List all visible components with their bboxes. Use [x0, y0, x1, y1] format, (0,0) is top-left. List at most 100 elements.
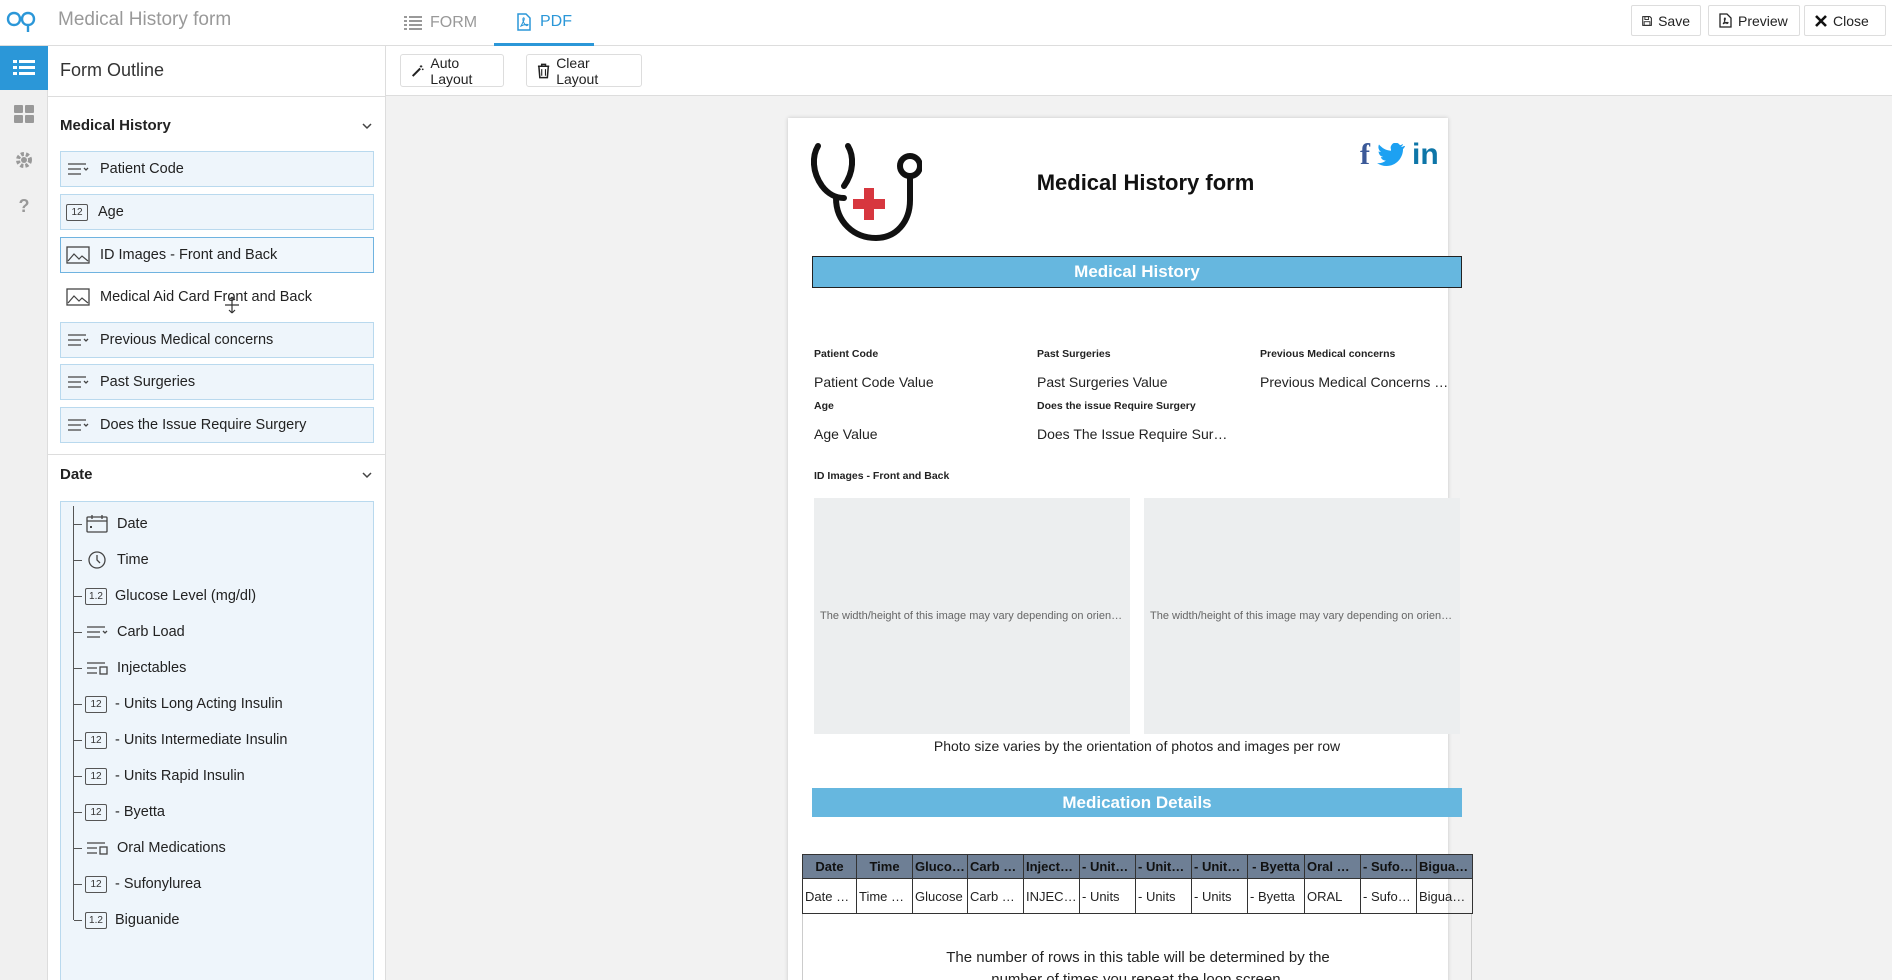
field-value-previous-concerns: Previous Medical Concerns Value — [1260, 374, 1455, 390]
outline-item-label: ID Images - Front and Back — [100, 247, 278, 263]
column-header: Time — [856, 854, 913, 879]
outline-item-require-surgery[interactable]: Does the Issue Require Surgery — [60, 407, 374, 443]
outline-item-glucose-level[interactable]: 1.2 Glucose Level (mg/dl) — [71, 578, 371, 614]
field-label-id-images: ID Images - Front and Back — [814, 470, 950, 482]
pdf-file-icon — [517, 12, 531, 31]
text-lines-icon — [68, 163, 89, 175]
tree-connector — [73, 902, 82, 921]
outline-item-label: Age — [98, 204, 124, 220]
auto-layout-button[interactable]: Auto Layout — [400, 54, 504, 87]
app-logo-icon[interactable] — [6, 5, 40, 35]
close-button[interactable]: Close — [1804, 5, 1886, 36]
tree-connector — [73, 650, 82, 686]
outline-item-oral-medications[interactable]: Oral Medications — [71, 830, 371, 866]
image-placeholder-front: The width/height of this image may vary … — [814, 498, 1130, 734]
loop-note-line: number of times you repeat the loop scre… — [991, 971, 1285, 980]
table-cell: Glucose — [912, 878, 968, 914]
rail-settings[interactable] — [0, 138, 48, 182]
tree-connector — [73, 506, 82, 542]
column-header: - Byetta — [1247, 854, 1305, 879]
field-label-require-surgery: Does the issue Require Surgery — [1037, 400, 1196, 412]
outline-item-medical-aid-card[interactable]: Medical Aid Card Front and Back — [60, 279, 374, 315]
outline-item-label: Time — [117, 552, 149, 568]
field-label-previous-concerns: Previous Medical concerns — [1260, 348, 1396, 360]
outline-item-biguanide[interactable]: 1.2 Biguanide — [71, 902, 371, 938]
save-label: Save — [1658, 12, 1690, 29]
outline-item-label: Injectables — [117, 660, 187, 676]
close-icon — [1815, 14, 1827, 27]
outline-item-units-rapid[interactable]: 12 - Units Rapid Insulin — [71, 758, 371, 794]
text-lines-icon — [68, 376, 89, 388]
left-rail: ? — [0, 46, 48, 980]
outline-item-id-images[interactable]: ID Images - Front and Back — [60, 237, 374, 273]
photo-size-note: Photo size varies by the orientation of … — [933, 738, 1341, 754]
field-label-past-surgeries: Past Surgeries — [1037, 348, 1111, 360]
outline-item-patient-code[interactable]: Patient Code — [60, 151, 374, 187]
tree-connector — [73, 830, 82, 866]
calendar-icon — [86, 515, 108, 533]
clear-layout-label: Clear Layout — [556, 54, 599, 87]
column-header: - Sufonylurea — [1360, 854, 1417, 879]
outline-item-time[interactable]: Time — [71, 542, 371, 578]
save-button[interactable]: Save — [1631, 5, 1701, 36]
field-value-past-surgeries: Past Surgeries Value — [1037, 374, 1168, 390]
medication-table: Date Time Glucose Level Carb Load Inject… — [802, 854, 1473, 914]
outline-item-units-long-acting[interactable]: 12 - Units Long Acting Insulin — [71, 686, 371, 722]
table-cell: - Sufonylurea — [1360, 878, 1417, 914]
loop-note-line: The number of rows in this table will be… — [946, 949, 1330, 966]
outline-item-label: - Units Intermediate Insulin — [115, 732, 288, 748]
pdf-canvas[interactable]: Medical History form f in Medical Histor… — [386, 96, 1892, 980]
question-icon: ? — [18, 195, 30, 216]
clear-layout-button[interactable]: Clear Layout — [526, 54, 642, 87]
section-header-date[interactable]: Date — [60, 466, 93, 483]
section-header-medical-history[interactable]: Medical History — [60, 117, 171, 134]
tab-pdf-label: PDF — [540, 12, 572, 30]
outline-item-byetta[interactable]: 12 - Byetta — [71, 794, 371, 830]
app-title: Medical History form — [58, 9, 232, 30]
image-placeholder-back: The width/height of this image may vary … — [1144, 498, 1460, 734]
outline-item-label: Past Surgeries — [100, 374, 196, 390]
outline-item-units-intermediate[interactable]: 12 - Units Intermediate Insulin — [71, 722, 371, 758]
outline-item-label: Medical Aid Card Front and Back — [100, 289, 312, 305]
tree-connector — [73, 758, 82, 794]
column-header: Glucose Level — [912, 854, 968, 879]
outline-item-injectables[interactable]: Injectables — [71, 650, 371, 686]
number-icon: 1.2 — [85, 911, 107, 929]
close-label: Close — [1833, 12, 1869, 29]
column-header: Injectables — [1023, 854, 1080, 879]
rail-widgets[interactable] — [0, 92, 48, 136]
table-cell: Time Value — [856, 878, 913, 914]
grid-icon — [14, 105, 34, 123]
outline-item-past-surgeries[interactable]: Past Surgeries — [60, 364, 374, 400]
text-lines-icon — [68, 334, 89, 346]
tab-form[interactable]: FORM — [382, 0, 499, 46]
twitter-icon — [1377, 143, 1405, 166]
table-header-row: Date Time Glucose Level Carb Load Inject… — [802, 854, 1473, 879]
outline-item-previous-medical-concerns[interactable]: Previous Medical concerns — [60, 322, 374, 358]
outline-item-age[interactable]: 12 Age — [60, 194, 374, 230]
table-cell: - Units — [1191, 878, 1248, 914]
preview-button[interactable]: Preview — [1708, 5, 1800, 36]
save-icon — [1642, 15, 1652, 26]
tree-connector — [73, 722, 82, 758]
chevron-down-icon[interactable] — [362, 471, 372, 479]
table-cell: ORAL — [1304, 878, 1361, 914]
table-cell: Biguanide — [1416, 878, 1473, 914]
pdf-title: Medical History form — [1036, 170, 1255, 195]
outline-item-carb-load[interactable]: Carb Load — [71, 614, 371, 650]
divider — [48, 454, 386, 455]
field-value-age: Age Value — [814, 426, 878, 442]
clock-icon — [88, 551, 106, 569]
image-placeholder-text: The width/height of this image may vary … — [1150, 610, 1454, 622]
outline-item-sufonylurea[interactable]: 12 - Sufonylurea — [71, 866, 371, 902]
form-outline-panel: Form Outline Medical History Patient Cod… — [48, 46, 386, 980]
rail-help[interactable]: ? — [0, 184, 48, 228]
column-header: Oral Medications — [1304, 854, 1361, 879]
top-bar: Medical History form FORM PDF Save Previ… — [0, 0, 1892, 46]
tab-pdf[interactable]: PDF — [494, 0, 594, 46]
rail-outline[interactable] — [0, 46, 48, 90]
chevron-down-icon[interactable] — [362, 122, 372, 130]
gear-icon — [16, 152, 32, 168]
field-label-patient-code: Patient Code — [814, 348, 879, 360]
outline-item-date[interactable]: Date — [71, 506, 371, 542]
